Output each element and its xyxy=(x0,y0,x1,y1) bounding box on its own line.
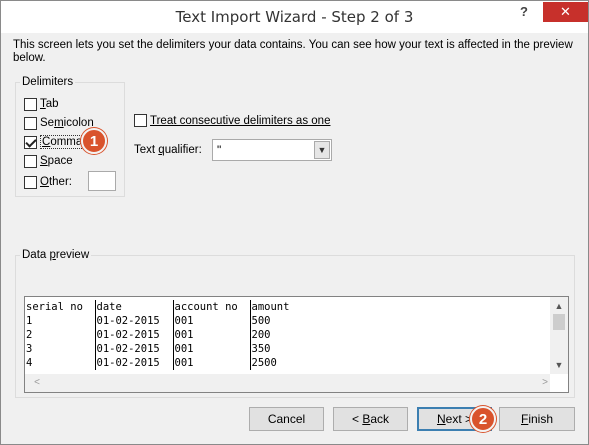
other-checkbox[interactable]: Other: xyxy=(24,174,72,190)
table-cell: 200 xyxy=(251,329,271,341)
table-cell: serial no xyxy=(25,300,96,314)
scroll-up-icon[interactable]: ▲ xyxy=(550,299,568,313)
space-checkbox[interactable]: Space xyxy=(24,153,73,169)
table-cell: 001 xyxy=(173,314,251,328)
table-cell: 01-02-2015 xyxy=(95,314,174,328)
table-cell: 01-02-2015 xyxy=(95,356,174,370)
comma-checkbox[interactable]: Comma xyxy=(24,134,85,150)
scroll-left-icon[interactable]: < xyxy=(29,374,45,392)
cancel-button[interactable]: Cancel xyxy=(249,407,324,431)
scroll-down-icon[interactable]: ▼ xyxy=(550,358,568,372)
table-cell: 500 xyxy=(251,315,271,327)
text-qualifier-value: " xyxy=(217,143,222,157)
finish-button[interactable]: Finish xyxy=(499,407,575,431)
table-cell: 01-02-2015 xyxy=(95,342,174,356)
table-cell: 01-02-2015 xyxy=(95,328,174,342)
text-import-wizard-dialog: Text Import Wizard - Step 2 of 3 ? ✕ Thi… xyxy=(0,0,589,445)
data-preview-label: Data preview xyxy=(20,249,92,261)
semicolon-checkbox[interactable]: Semicolon xyxy=(24,115,94,131)
checkbox-box-checked[interactable] xyxy=(24,135,37,149)
step-badge-1: 1 xyxy=(81,128,107,154)
other-delimiter-input[interactable] xyxy=(88,171,116,191)
consecutive-delimiters-checkbox[interactable]: Treat consecutive delimiters as one xyxy=(134,114,330,127)
tab-checkbox[interactable]: Tab xyxy=(24,96,59,112)
table-cell: 3 xyxy=(25,342,96,356)
delimiters-group: Delimiters Tab Semicolon Comma Space Oth… xyxy=(15,76,125,197)
data-preview-pane[interactable]: serial no date account no amount 1 01-02… xyxy=(24,296,569,393)
title-bar: Text Import Wizard - Step 2 of 3 ? ✕ xyxy=(1,1,588,33)
text-qualifier-label: Text qualifier: xyxy=(134,144,202,156)
delimiters-group-label: Delimiters xyxy=(20,76,76,88)
table-cell: 350 xyxy=(251,343,271,355)
table-cell: amount xyxy=(251,301,290,313)
scroll-right-icon[interactable]: > xyxy=(537,374,553,392)
table-cell: 2 xyxy=(25,328,96,342)
intro-text: This screen lets you set the delimiters … xyxy=(13,39,573,64)
table-row: 3 01-02-2015 001 350 xyxy=(25,342,550,356)
table-cell: 1 xyxy=(25,314,96,328)
table-row: 2 01-02-2015 001 200 xyxy=(25,328,550,342)
table-cell: 001 xyxy=(173,342,251,356)
vertical-scrollbar[interactable]: ▲ ▼ xyxy=(550,297,568,374)
table-row: 4 01-02-2015 001 2500 xyxy=(25,356,550,370)
table-cell: 4 xyxy=(25,356,96,370)
checkbox-box[interactable] xyxy=(24,154,37,168)
checkbox-box[interactable] xyxy=(24,175,37,189)
close-icon[interactable]: ✕ xyxy=(543,2,588,22)
table-cell: date xyxy=(95,300,174,314)
checkbox-box[interactable] xyxy=(24,116,37,130)
chevron-down-icon[interactable]: ▼ xyxy=(314,141,330,159)
table-row: serial no date account no amount xyxy=(25,300,550,314)
table-cell: 001 xyxy=(173,328,251,342)
table-row: 1 01-02-2015 001 500 xyxy=(25,314,550,328)
horizontal-scrollbar[interactable]: < > xyxy=(25,374,550,392)
table-cell: account no xyxy=(173,300,251,314)
table-cell: 001 xyxy=(173,356,251,370)
checkbox-box[interactable] xyxy=(24,97,37,111)
help-icon[interactable]: ? xyxy=(517,4,531,24)
scroll-thumb[interactable] xyxy=(553,314,565,330)
table-cell: 2500 xyxy=(251,357,277,369)
text-qualifier-select[interactable]: " ▼ xyxy=(212,139,332,161)
data-preview-table: serial no date account no amount 1 01-02… xyxy=(25,300,550,370)
window-title: Text Import Wizard - Step 2 of 3 xyxy=(175,8,414,26)
step-badge-2: 2 xyxy=(470,406,496,432)
checkbox-box[interactable] xyxy=(134,114,147,127)
back-button[interactable]: < Back xyxy=(333,407,408,431)
